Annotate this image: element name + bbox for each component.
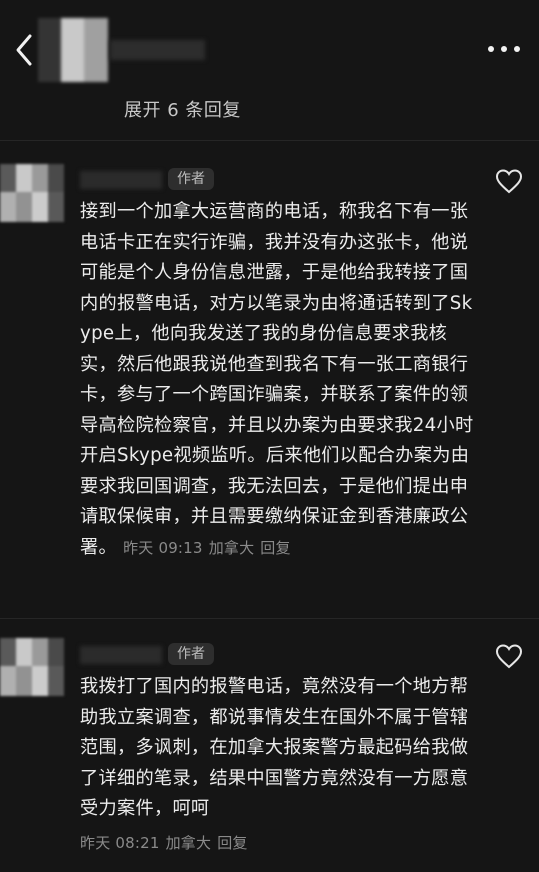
comment-text: 我拨打了国内的报警电话，竟然没有一个地方帮助我立案调查，都说事情发生在国外不属于… xyxy=(80,676,469,819)
reply-button[interactable]: 回复 xyxy=(260,539,290,557)
header-username-blurred xyxy=(110,40,205,60)
author-badge: 作者 xyxy=(168,643,214,665)
comment-location: 加拿大 xyxy=(165,834,212,852)
comment-meta: 昨天 09:13 加拿大 回复 xyxy=(123,539,297,557)
author-badge: 作者 xyxy=(168,168,214,190)
comment-time: 昨天 08:21 xyxy=(80,834,160,852)
header-avatar-blurred[interactable] xyxy=(38,18,108,82)
avatar[interactable] xyxy=(0,164,64,222)
reply-button[interactable]: 回复 xyxy=(217,834,247,852)
comment-thread-page: 展开 6 条回复 作者 接到一个加拿大运营商的电话，称我名下有一张电话卡正在实行… xyxy=(0,0,539,872)
comment-text: 接到一个加拿大运营商的电话，称我名下有一张电话卡正在实行诈骗，我并没有办这张卡，… xyxy=(80,201,474,558)
heart-icon[interactable] xyxy=(495,643,523,669)
avatar[interactable] xyxy=(0,638,64,696)
comment-body: 我拨打了国内的报警电话，竟然没有一个地方帮助我立案调查，都说事情发生在国外不属于… xyxy=(80,672,480,825)
divider xyxy=(0,140,539,141)
username-blurred[interactable] xyxy=(80,646,162,664)
username-blurred[interactable] xyxy=(80,171,162,189)
header xyxy=(0,0,539,95)
chevron-left-icon[interactable] xyxy=(10,30,38,70)
comment-time: 昨天 09:13 xyxy=(123,538,203,557)
comment-body: 接到一个加拿大运营商的电话，称我名下有一张电话卡正在实行诈骗，我并没有办这张卡，… xyxy=(80,197,480,563)
comment-location: 加拿大 xyxy=(208,538,255,557)
comment-meta: 昨天 08:21 加拿大 回复 xyxy=(80,832,254,853)
heart-icon[interactable] xyxy=(495,168,523,194)
divider xyxy=(0,618,539,619)
more-horizontal-icon[interactable] xyxy=(487,44,521,54)
expand-replies-link[interactable]: 展开 6 条回复 xyxy=(124,96,241,122)
